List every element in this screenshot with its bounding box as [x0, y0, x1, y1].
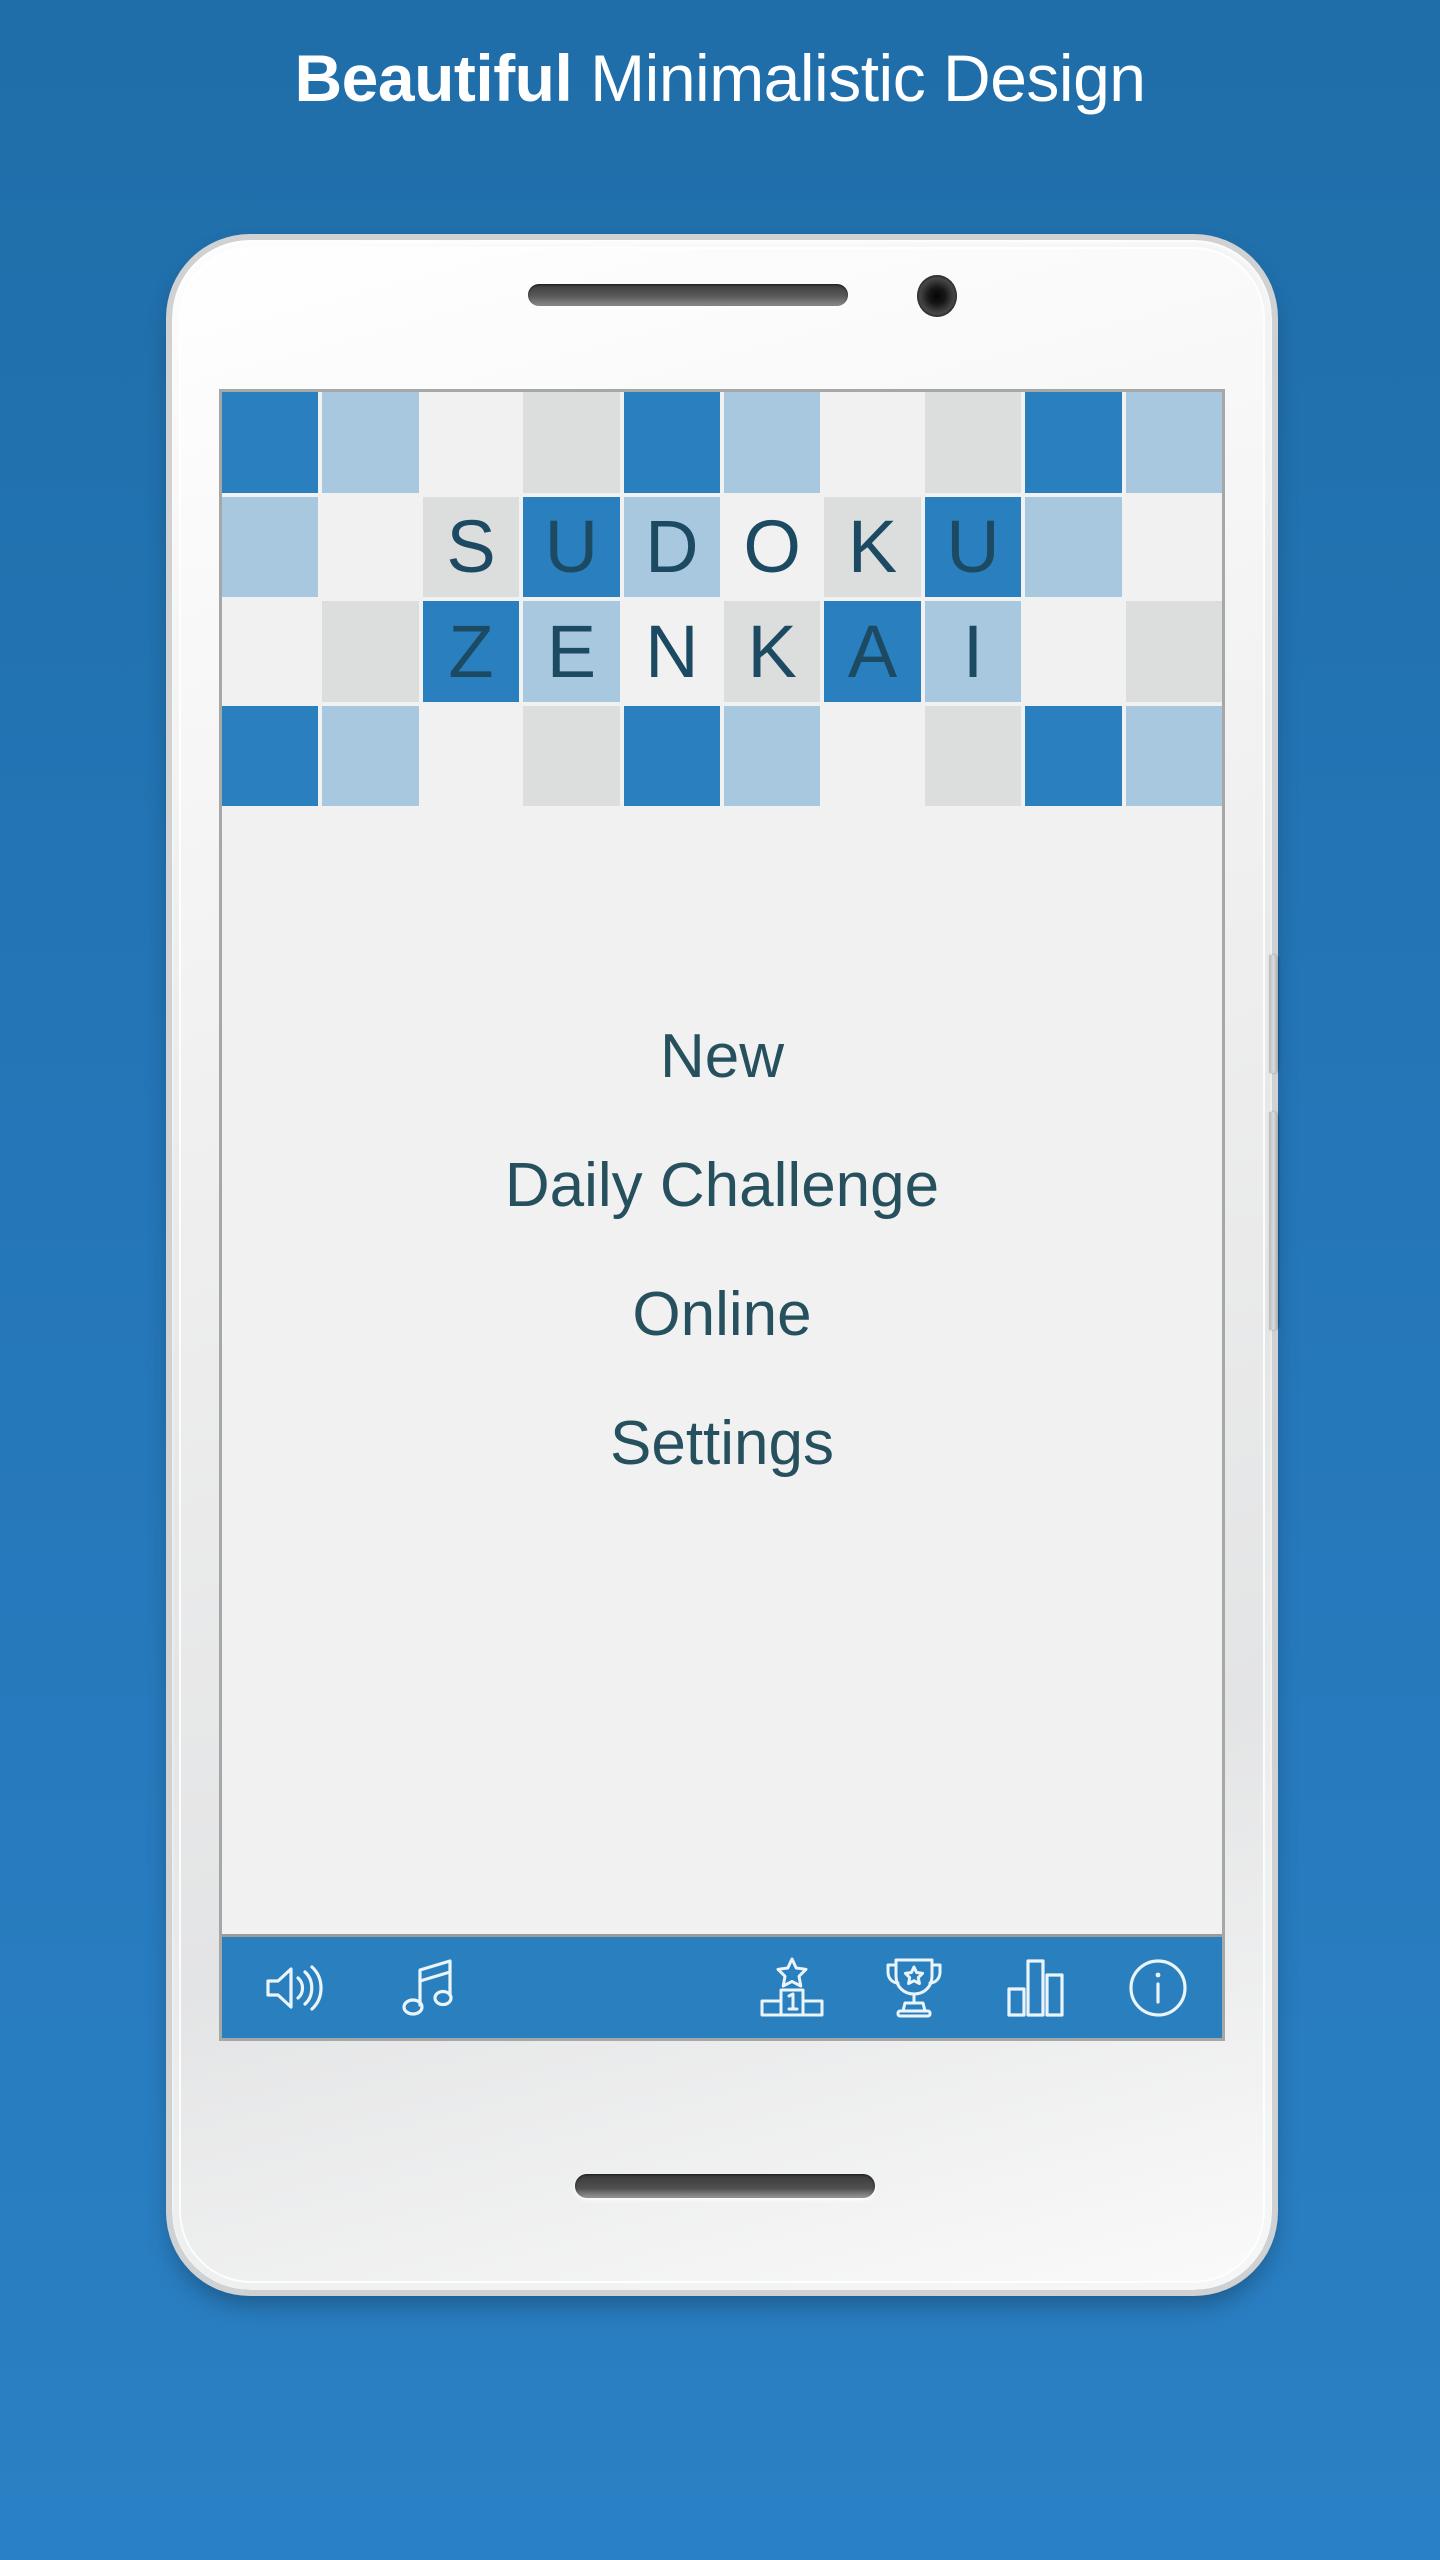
- logo-letter: I: [962, 609, 984, 693]
- logo-letter: U: [544, 505, 599, 589]
- logo-cell: [824, 705, 921, 806]
- volume-button[interactable]: [1269, 1112, 1278, 1330]
- logo-cell: [222, 392, 319, 493]
- music-note-icon: [402, 1957, 458, 2019]
- front-camera-icon: [917, 275, 957, 317]
- bottom-speaker-icon: [575, 2174, 875, 2198]
- logo-cell: [1125, 705, 1222, 806]
- power-button[interactable]: [1269, 955, 1278, 1073]
- app-logo-grid: SUDOKUZENKAI: [222, 392, 1222, 806]
- achievements-button[interactable]: [872, 1946, 956, 2030]
- sound-icon: [264, 1961, 324, 2015]
- logo-cell: [523, 705, 620, 806]
- info-button[interactable]: [1116, 1946, 1200, 2030]
- logo-cell: [924, 392, 1022, 493]
- logo-cell: [322, 705, 419, 806]
- logo-cell: [322, 496, 419, 597]
- music-toggle-button[interactable]: [388, 1946, 472, 2030]
- logo-cell: Z: [422, 601, 520, 702]
- menu-item-daily-challenge[interactable]: Daily Challenge: [222, 1121, 1222, 1250]
- logo-cell: U: [523, 496, 620, 597]
- toolbar-left-group: [252, 1946, 472, 2030]
- logo-letter: U: [946, 505, 1000, 589]
- logo-cell: [1125, 496, 1222, 597]
- logo-letter: O: [743, 505, 801, 589]
- logo-letter: N: [645, 609, 699, 693]
- trophy-icon: [884, 1956, 944, 2020]
- logo-cell: [222, 496, 319, 597]
- logo-letter: K: [747, 609, 797, 693]
- logo-cell: E: [523, 601, 620, 702]
- logo-letter: Z: [448, 609, 494, 693]
- menu-item-settings[interactable]: Settings: [222, 1379, 1222, 1508]
- logo-cell: U: [924, 496, 1022, 597]
- promo-banner: Beautiful Minimalistic Design SUDOKUZENK…: [0, 0, 1440, 2560]
- logo-cell: [623, 392, 720, 493]
- logo-cell: [824, 392, 921, 493]
- logo-cell: [1125, 601, 1222, 702]
- leaderboard-podium-icon: [759, 1957, 825, 2019]
- logo-letter: D: [645, 505, 699, 589]
- bar-chart-icon: [1006, 1957, 1066, 2019]
- logo-cell: K: [824, 496, 921, 597]
- logo-cell: [222, 705, 319, 806]
- menu-item-online[interactable]: Online: [222, 1250, 1222, 1379]
- leaderboard-button[interactable]: [750, 1946, 834, 2030]
- logo-cell: [924, 705, 1022, 806]
- main-menu: New Daily Challenge Online Settings: [222, 992, 1222, 1508]
- logo-cell: N: [623, 601, 720, 702]
- logo-cell: A: [824, 601, 921, 702]
- phone-screen: SUDOKUZENKAI New Daily Challenge Online Set…: [222, 392, 1222, 2038]
- logo-cell: [422, 392, 520, 493]
- logo-cell: D: [623, 496, 720, 597]
- toolbar-right-group: [750, 1946, 1200, 2030]
- logo-letter: A: [847, 609, 898, 693]
- logo-cell: O: [724, 496, 821, 597]
- logo-cell: [1025, 392, 1122, 493]
- headline-bold: Beautiful: [294, 41, 573, 115]
- logo-cell: [422, 705, 520, 806]
- logo-cell: [222, 601, 319, 702]
- bottom-toolbar: [222, 1934, 1222, 2038]
- logo-letter: S: [446, 505, 496, 589]
- logo-cell: [724, 705, 821, 806]
- logo-cell: [1025, 705, 1122, 806]
- logo-cell: [1025, 601, 1122, 702]
- logo-letter: K: [847, 505, 898, 589]
- logo-cell: [322, 601, 419, 702]
- info-icon: [1127, 1957, 1189, 2019]
- statistics-button[interactable]: [994, 1946, 1078, 2030]
- headline-light: Minimalistic Design: [572, 41, 1146, 115]
- logo-cell: S: [422, 496, 520, 597]
- logo-cell: [623, 705, 720, 806]
- logo-cell: [322, 392, 419, 493]
- logo-cell: [724, 392, 821, 493]
- menu-item-new[interactable]: New: [222, 992, 1222, 1121]
- logo-cell: [523, 392, 620, 493]
- earpiece-speaker-icon: [528, 284, 848, 306]
- logo-cell: I: [924, 601, 1022, 702]
- phone-device: SUDOKUZENKAI New Daily Challenge Online Set…: [172, 240, 1278, 2290]
- logo-letter: E: [546, 609, 597, 693]
- logo-cell: K: [724, 601, 821, 702]
- logo-cell: [1025, 496, 1122, 597]
- page-title: Beautiful Minimalistic Design: [0, 40, 1440, 116]
- sound-toggle-button[interactable]: [252, 1946, 336, 2030]
- logo-cell: [1125, 392, 1222, 493]
